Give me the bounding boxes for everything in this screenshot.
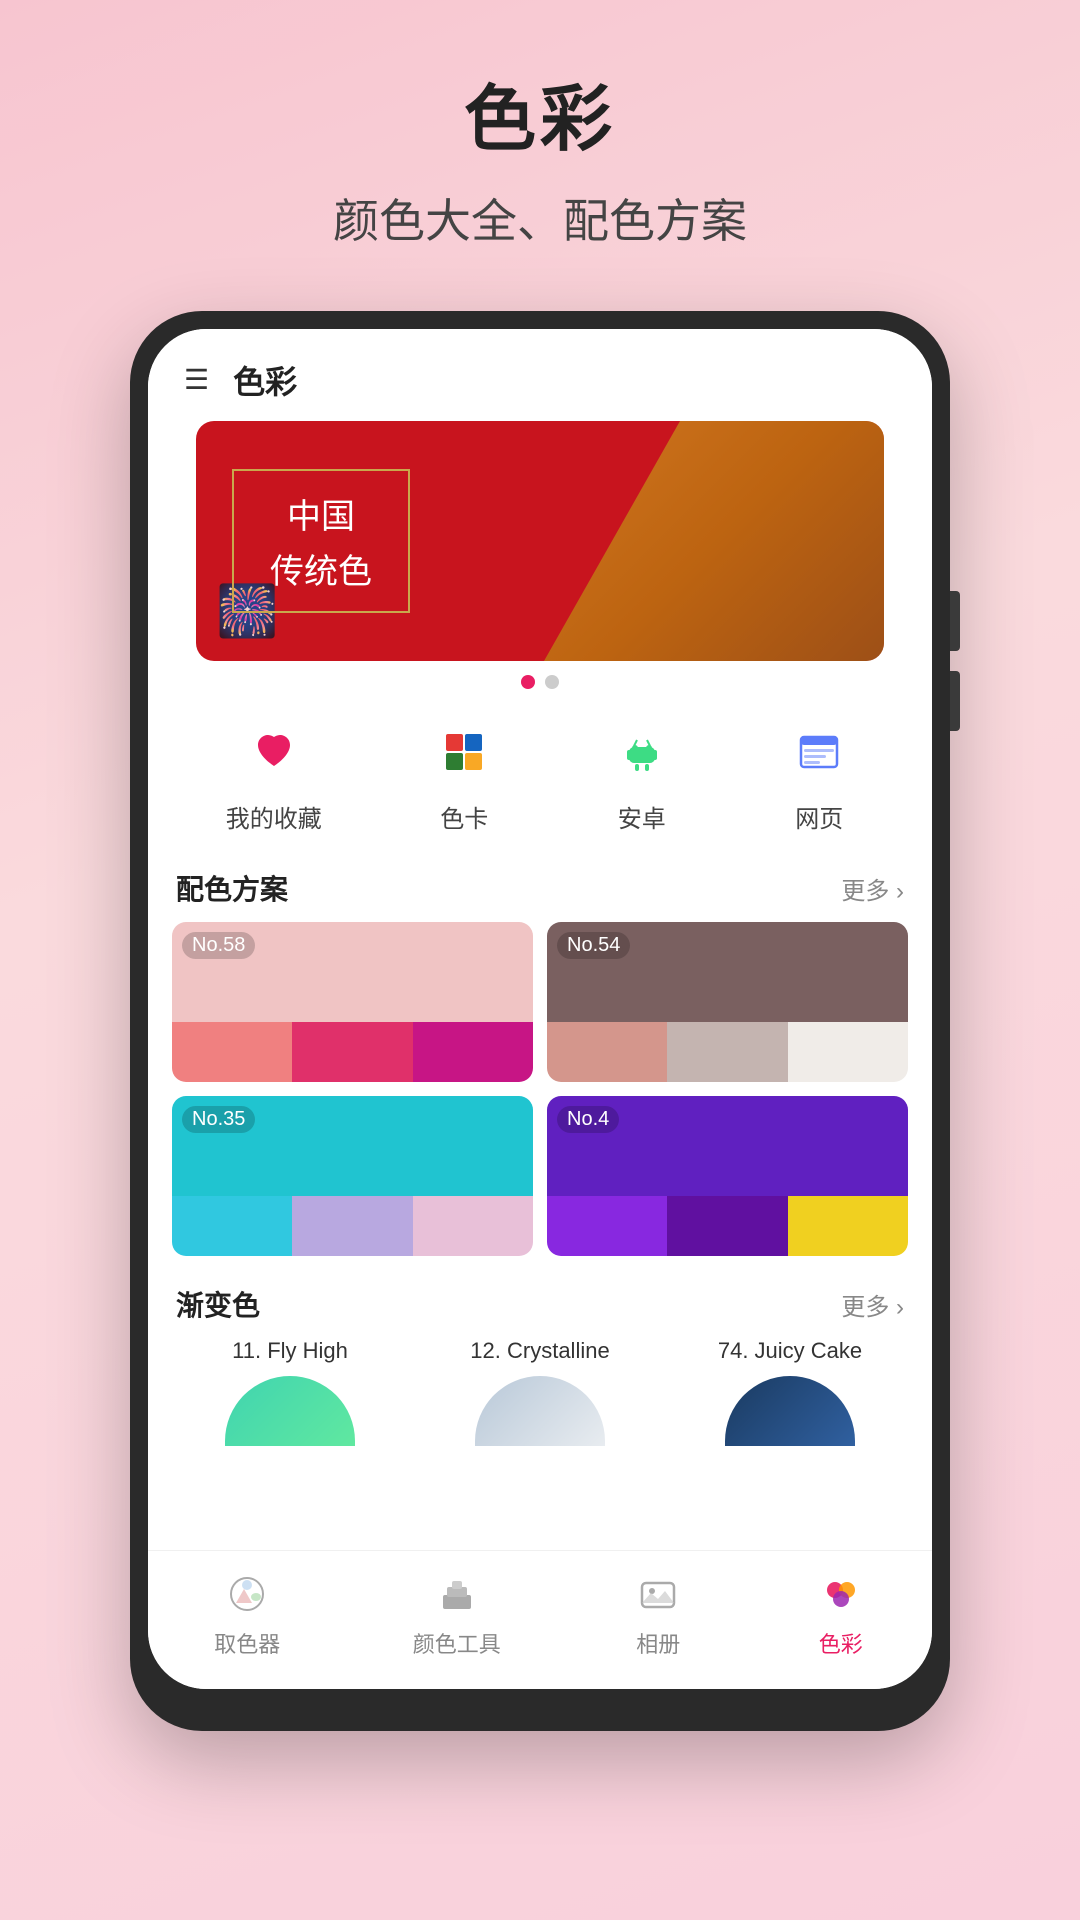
gradient-card-juicy-cake[interactable]: 74. Juicy Cake [672,1338,908,1446]
colors-icon [816,1569,866,1619]
gradient-circle-juicy-cake [725,1376,855,1446]
color-card-icon [429,717,499,787]
phone-shell: ☰ 色彩 🎆 中国 传统色 [130,311,950,1731]
menu-icon[interactable]: ☰ [184,366,209,394]
cat-web-label: 网页 [795,799,843,834]
gradient-label-juicy-cake: 74. Juicy Cake [718,1338,862,1364]
album-icon [633,1569,683,1619]
scheme-section-header: 配色方案 更多 › [148,850,932,922]
cat-favorites[interactable]: 我的收藏 [226,717,322,834]
top-bar: ☰ 色彩 [148,329,932,421]
scheme-section-title: 配色方案 [176,868,288,908]
nav-color-tools-label: 颜色工具 [413,1627,501,1659]
app-title: 色彩 [233,357,297,403]
scheme-no-35: No.35 [182,1106,255,1133]
favorites-icon [239,717,309,787]
nav-color-tools[interactable]: 颜色工具 [413,1569,501,1659]
page-title: 色彩 [464,60,616,165]
cat-favorites-label: 我的收藏 [226,799,322,834]
categories: 我的收藏 色卡 [148,689,932,850]
scheme-card-35[interactable]: No.35 [172,1096,533,1256]
banner-subtitle: 传统色 [270,544,372,593]
banner[interactable]: 🎆 中国 传统色 [196,421,884,661]
scheme-card-58[interactable]: No.58 [172,922,533,1082]
nav-color-picker-label: 取色器 [214,1627,280,1659]
nav-colors-label: 色彩 [819,1627,863,1659]
dot-1[interactable] [521,675,535,689]
gradient-label-crystalline: 12. Crystalline [470,1338,609,1364]
nav-album-label: 相册 [636,1627,680,1659]
scheme-grid: No.58 No.54 No.35 [148,922,932,1266]
banner-content: 中国 传统色 [196,445,446,637]
phone-screen: ☰ 色彩 🎆 中国 传统色 [148,329,932,1689]
scheme-card-54[interactable]: No.54 [547,922,908,1082]
scheme-no-58: No.58 [182,932,255,959]
gradient-label-fly-high: 11. Fly High [232,1338,348,1364]
nav-color-picker[interactable]: 取色器 [214,1569,280,1659]
gradient-circle-crystalline [475,1376,605,1446]
color-tools-icon [432,1569,482,1619]
cat-android-label: 安卓 [618,799,666,834]
cat-android[interactable]: 安卓 [607,717,677,834]
scheme-more-btn[interactable]: 更多 › [841,871,904,906]
color-picker-icon [222,1569,272,1619]
banner-dots [172,675,908,689]
scheme-no-4: No.4 [557,1106,619,1133]
web-icon [784,717,854,787]
gradient-card-fly-high[interactable]: 11. Fly High [172,1338,408,1446]
nav-colors[interactable]: 色彩 [816,1569,866,1659]
gradient-more-btn[interactable]: 更多 › [841,1287,904,1322]
bottom-nav: 取色器 颜色工具 [148,1550,932,1689]
gradient-circle-fly-high [225,1376,355,1446]
dot-2[interactable] [545,675,559,689]
cat-color-card-label: 色卡 [440,799,488,834]
gradient-section-title: 渐变色 [176,1284,260,1324]
gradient-grid: 11. Fly High 12. Crystalline 74. Juicy C… [148,1338,932,1456]
cat-web[interactable]: 网页 [784,717,854,834]
gradient-card-crystalline[interactable]: 12. Crystalline [422,1338,658,1446]
cat-color-card[interactable]: 色卡 [429,717,499,834]
nav-album[interactable]: 相册 [633,1569,683,1659]
banner-title: 中国 [270,489,372,538]
scheme-card-4[interactable]: No.4 [547,1096,908,1256]
scheme-no-54: No.54 [557,932,630,959]
page-subtitle: 颜色大全、配色方案 [333,185,747,251]
gradient-section-header: 渐变色 更多 › [148,1266,932,1338]
android-icon [607,717,677,787]
